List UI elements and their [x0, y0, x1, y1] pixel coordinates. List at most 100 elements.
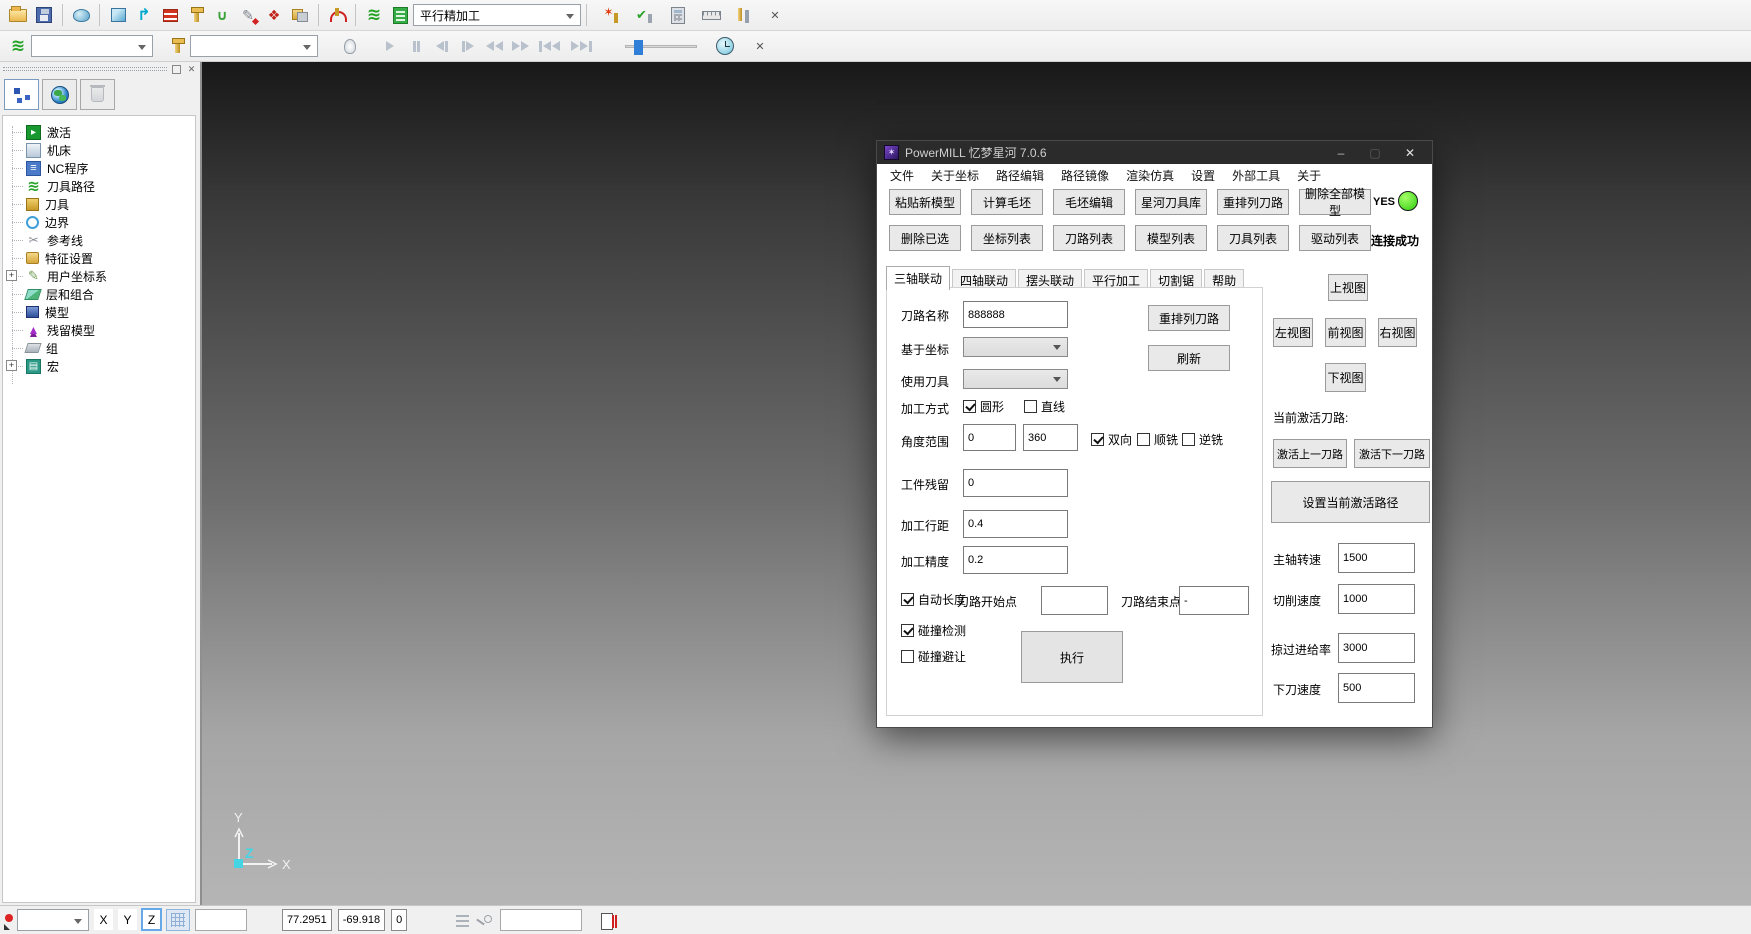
- cutting-speed-input[interactable]: 1000: [1338, 584, 1415, 614]
- tree-item-10[interactable]: 模型: [3, 303, 195, 321]
- line-checkbox[interactable]: 直线: [1024, 398, 1065, 415]
- climb-mill-checkbox[interactable]: 顺铣: [1137, 431, 1178, 448]
- list-button-2[interactable]: 刀路列表: [1053, 225, 1125, 251]
- pattern-icon[interactable]: [236, 3, 260, 27]
- maximize-button[interactable]: ▢: [1359, 141, 1391, 164]
- drag-handle[interactable]: [3, 67, 167, 71]
- angle-from-input[interactable]: 0: [963, 424, 1016, 451]
- toolpath-select-dropdown[interactable]: [31, 35, 153, 57]
- tree-expander-icon[interactable]: +: [6, 360, 17, 371]
- panel-close-icon[interactable]: [186, 64, 197, 75]
- dialog-title-bar[interactable]: PowerMILL 忆梦星河 7.0.6 – ▢ ✕: [877, 141, 1432, 164]
- action-button-2[interactable]: 毛坯编辑: [1053, 189, 1125, 215]
- toolpath-list-icon[interactable]: [388, 3, 412, 27]
- tab-explorer-web[interactable]: [42, 79, 77, 110]
- view-bottom-button[interactable]: 下视图: [1325, 363, 1366, 392]
- rearrange-toolpath-button[interactable]: 重排列刀路: [1148, 305, 1230, 331]
- activate-prev-toolpath-button[interactable]: 激活上一刀路: [1273, 439, 1347, 468]
- menu-item-7[interactable]: 关于: [1297, 167, 1321, 184]
- tab-0[interactable]: 三轴联动: [886, 266, 950, 290]
- viewport[interactable]: Y X Z PowerMILL 忆梦星河 7.0.6 – ▢ ✕ 文件关于坐标路…: [202, 62, 1751, 905]
- tree-item-8[interactable]: +用户坐标系: [3, 267, 195, 285]
- tab-explorer-recycle[interactable]: [80, 79, 115, 110]
- collision-avoid-checkbox[interactable]: 碰撞避让: [901, 648, 966, 665]
- slider-handle[interactable]: [634, 40, 643, 55]
- menu-item-4[interactable]: 渲染仿真: [1126, 167, 1174, 184]
- view-front-button[interactable]: 前视图: [1325, 318, 1366, 347]
- list-button-4[interactable]: 刀具列表: [1217, 225, 1289, 251]
- view-left-button[interactable]: 左视图: [1273, 318, 1313, 347]
- minimize-button[interactable]: –: [1325, 141, 1357, 164]
- nc-program-icon[interactable]: [158, 3, 182, 27]
- stock-remain-input[interactable]: 0: [963, 469, 1068, 497]
- tree-item-13[interactable]: +宏: [3, 357, 195, 375]
- verify-toolpath-icon[interactable]: [633, 3, 657, 27]
- tree-item-6[interactable]: 参考线: [3, 231, 195, 249]
- tree-expander-icon[interactable]: +: [6, 270, 17, 281]
- calculator-icon[interactable]: [666, 3, 690, 27]
- list-button-5[interactable]: 驱动列表: [1299, 225, 1371, 251]
- menu-item-1[interactable]: 关于坐标: [931, 167, 979, 184]
- angle-to-input[interactable]: 360: [1023, 424, 1078, 451]
- tolerance-input[interactable]: 0.2: [963, 546, 1068, 574]
- measure-icon[interactable]: [699, 3, 723, 27]
- axis-button-0[interactable]: X: [93, 908, 114, 931]
- tab-explorer-tree[interactable]: [4, 79, 39, 110]
- tolerance-status-input[interactable]: [500, 909, 582, 931]
- step-forward-button[interactable]: [455, 35, 481, 57]
- spindle-speed-input[interactable]: 1500: [1338, 543, 1415, 573]
- go-to-end-button[interactable]: [565, 35, 597, 57]
- start-point-input[interactable]: [1041, 586, 1108, 615]
- view-right-button[interactable]: 右视图: [1378, 318, 1417, 347]
- toolpath-name-input[interactable]: 888888: [963, 301, 1068, 328]
- close-button[interactable]: ✕: [1394, 141, 1426, 164]
- execute-button[interactable]: 执行: [1021, 631, 1123, 683]
- shaded-view-icon[interactable]: [69, 3, 93, 27]
- tree-item-12[interactable]: 组: [3, 339, 195, 357]
- action-button-0[interactable]: 粘贴新模型: [889, 189, 961, 215]
- feature-set-icon[interactable]: [288, 3, 312, 27]
- action-button-1[interactable]: 计算毛坯: [971, 189, 1043, 215]
- clock-icon[interactable]: [713, 34, 737, 58]
- probe-icon[interactable]: [471, 910, 495, 934]
- points-icon[interactable]: [262, 3, 286, 27]
- go-to-start-button[interactable]: [533, 35, 565, 57]
- action-button-5[interactable]: 删除全部模型: [1299, 189, 1371, 215]
- plunge-speed-input[interactable]: 500: [1338, 673, 1415, 703]
- refresh-button[interactable]: 刷新: [1148, 345, 1230, 371]
- tree-item-7[interactable]: 特征设置: [3, 249, 195, 267]
- tree-item-11[interactable]: 残留模型: [3, 321, 195, 339]
- list-button-3[interactable]: 模型列表: [1135, 225, 1207, 251]
- search-forward-button[interactable]: [507, 35, 533, 57]
- toolpath-strategies-icon[interactable]: [132, 3, 156, 27]
- open-project-icon[interactable]: [6, 3, 30, 27]
- circle-checkbox[interactable]: 圆形: [963, 398, 1004, 415]
- step-back-button[interactable]: [429, 35, 455, 57]
- block-icon[interactable]: [106, 3, 130, 27]
- axis-button-1[interactable]: Y: [117, 908, 138, 931]
- activate-next-toolpath-button[interactable]: 激活下一刀路: [1354, 439, 1430, 468]
- tool-wizard-icon[interactable]: [600, 3, 624, 27]
- tree-item-2[interactable]: NC程序: [3, 159, 195, 177]
- boundary-icon[interactable]: [210, 3, 234, 27]
- toolbar-close-icon[interactable]: [763, 3, 787, 27]
- tree-item-0[interactable]: 激活: [3, 123, 195, 141]
- tree-item-1[interactable]: 机床: [3, 141, 195, 159]
- conventional-mill-checkbox[interactable]: 逆铣: [1182, 431, 1223, 448]
- bidirectional-checkbox[interactable]: 双向: [1091, 431, 1132, 448]
- set-active-path-button[interactable]: 设置当前激活路径: [1271, 481, 1430, 523]
- toolbar-close-icon[interactable]: [748, 34, 772, 58]
- action-button-4[interactable]: 重排列刀路: [1217, 189, 1289, 215]
- menu-item-5[interactable]: 设置: [1191, 167, 1215, 184]
- collision-check-checkbox[interactable]: 碰撞检测: [901, 622, 966, 639]
- clipboard-icon[interactable]: [595, 909, 619, 933]
- action-button-3[interactable]: 星河刀具库: [1135, 189, 1207, 215]
- menu-item-3[interactable]: 路径镜像: [1061, 167, 1109, 184]
- create-tool-icon[interactable]: [184, 3, 208, 27]
- tree-item-4[interactable]: 刀具: [3, 195, 195, 213]
- tool-database-icon[interactable]: [732, 3, 756, 27]
- menu-item-0[interactable]: 文件: [890, 167, 914, 184]
- grid-toggle-button[interactable]: [166, 909, 190, 931]
- rapid-feed-input[interactable]: 3000: [1338, 633, 1415, 663]
- tree-item-5[interactable]: 边界: [3, 213, 195, 231]
